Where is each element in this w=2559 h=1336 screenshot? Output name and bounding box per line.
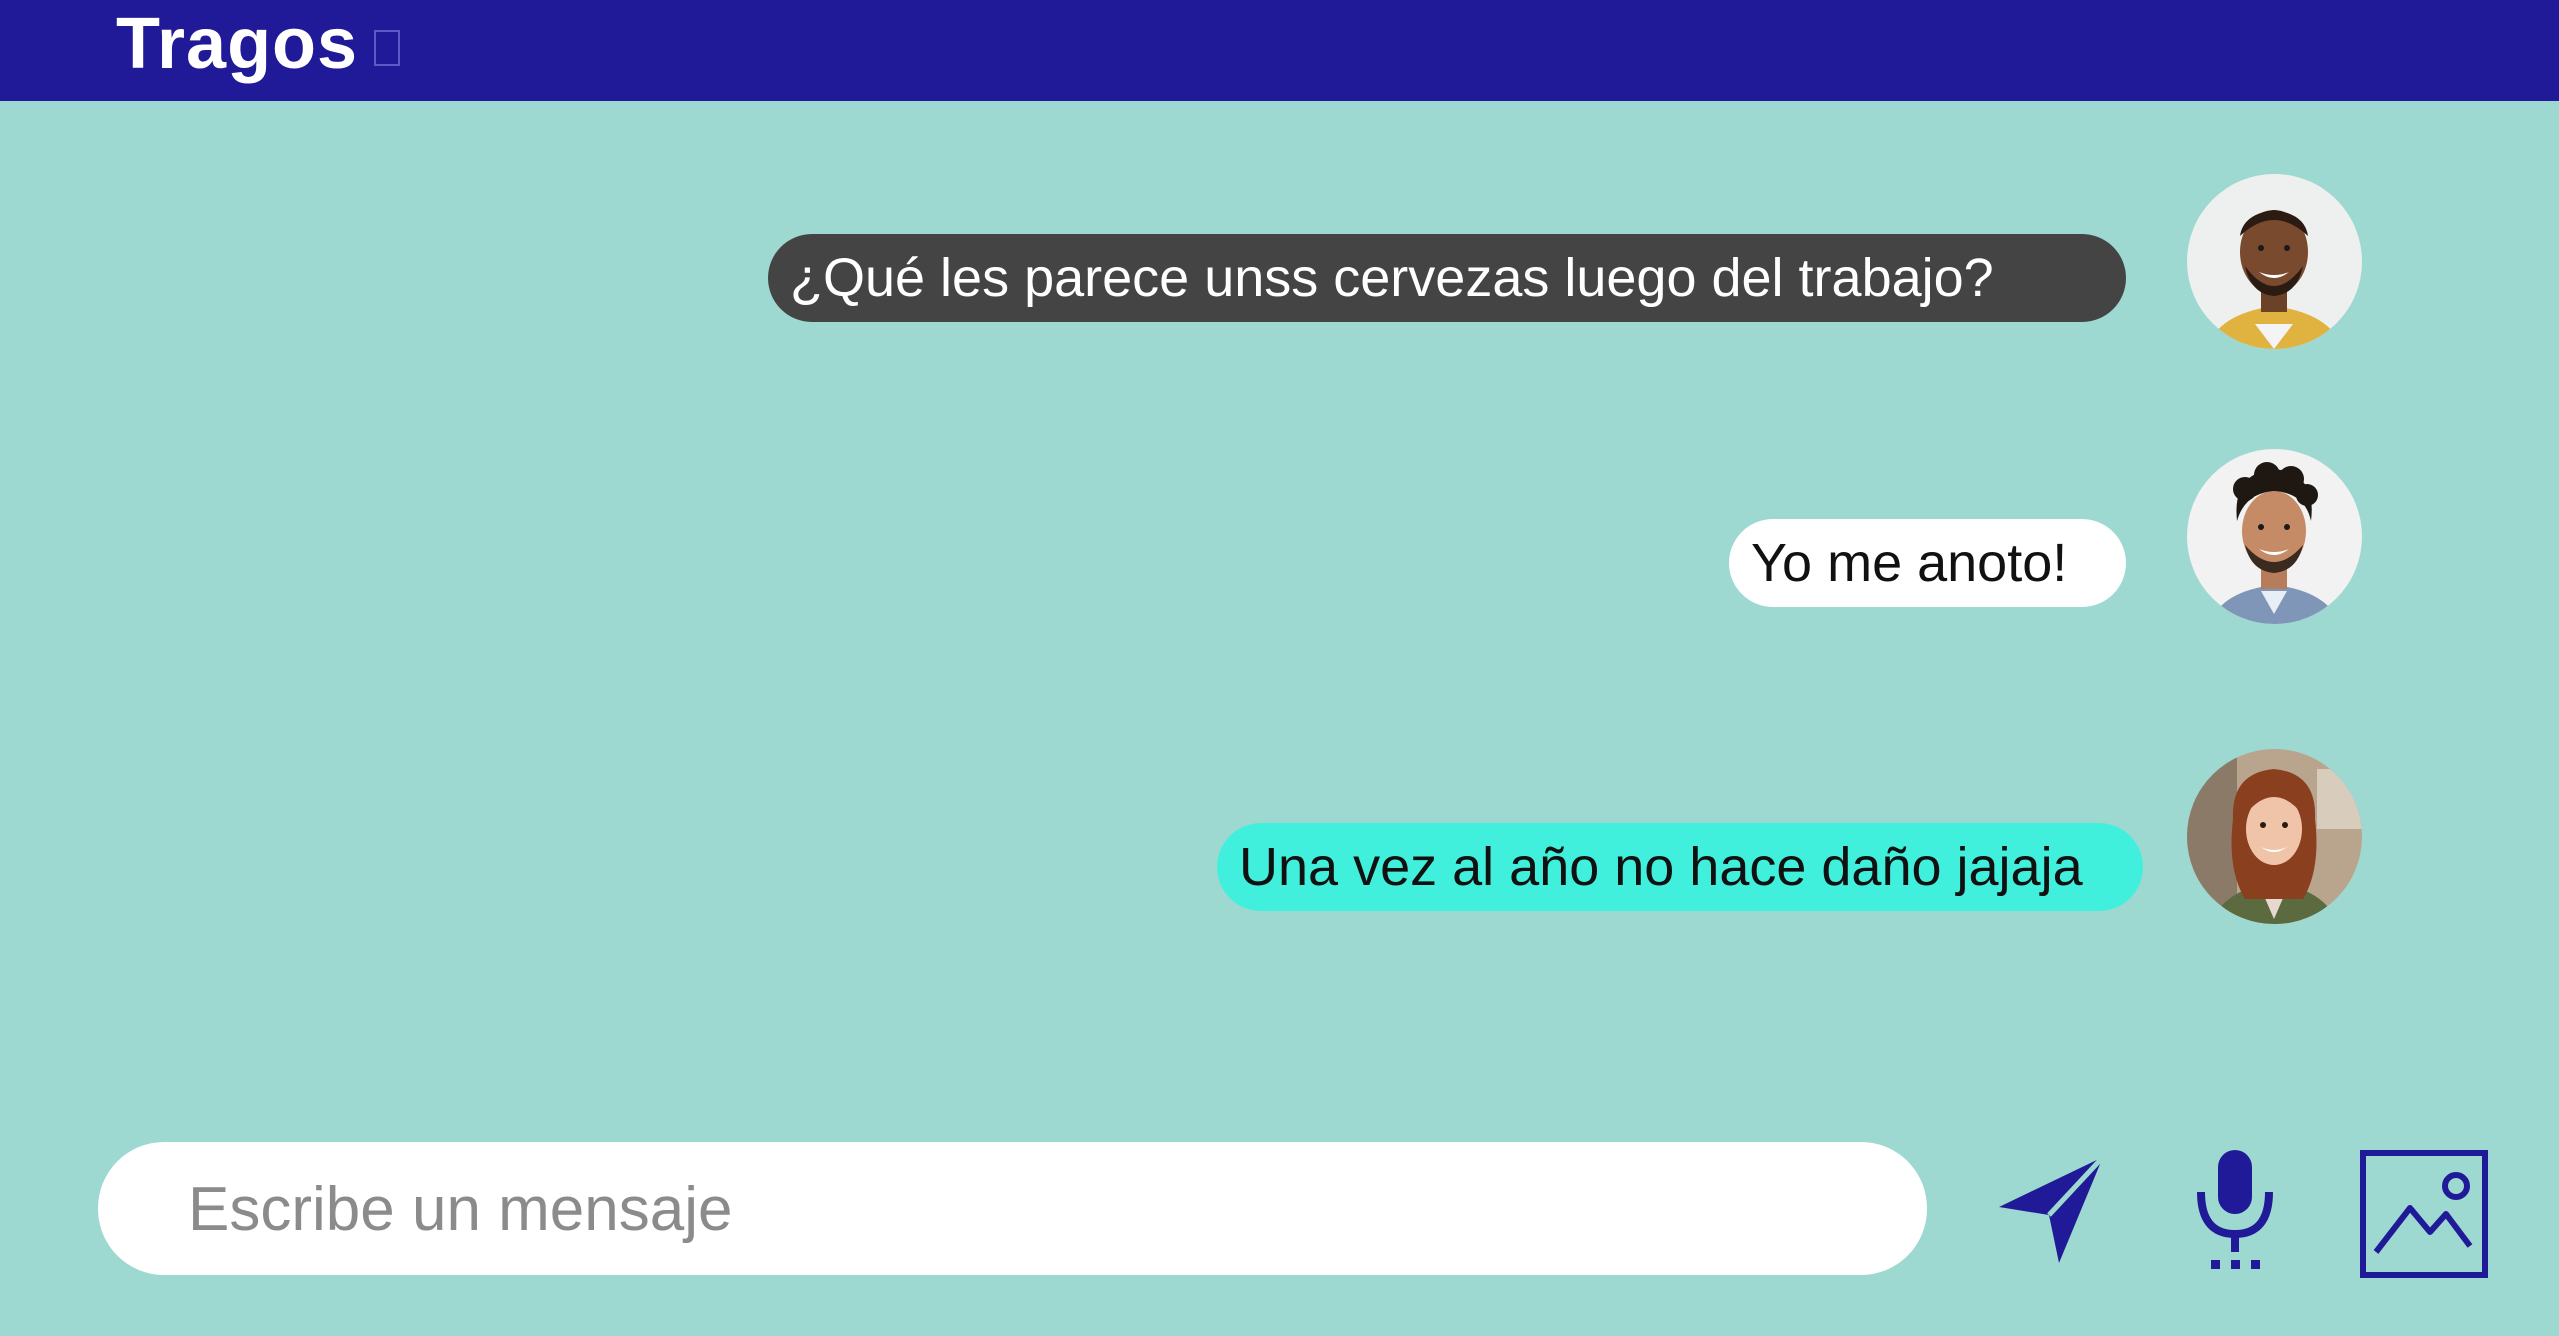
message-text-3: Una vez al año no hace daño jajaja [1239,837,2083,897]
avatar-man-curly[interactable] [2187,449,2362,624]
message-text-2: Yo me anoto! [1751,533,2068,593]
message-bubble-1: ¿Qué les parece unss cervezas luego del … [768,234,2126,322]
message-bubble-3: Una vez al año no hace daño jajaja [1217,823,2143,911]
app-header: Tragos [0,0,2559,101]
send-button[interactable] [1997,1155,2107,1265]
chat-title: Tragos [116,4,359,84]
microphone-icon [2197,1150,2273,1269]
image-button[interactable] [2360,1150,2488,1278]
image-icon [2360,1150,2488,1278]
missing-glyph-icon [374,30,400,66]
message-bubble-2: Yo me anoto! [1729,519,2126,607]
message-text-1: ¿Qué les parece unss cervezas luego del … [790,248,1994,308]
message-input[interactable] [186,1142,1870,1277]
message-composer [98,1142,1927,1277]
avatar-man-bald[interactable] [2187,174,2362,349]
avatar-woman-red-hair[interactable] [2187,749,2362,924]
microphone-button[interactable] [2195,1148,2275,1273]
send-icon [1999,1155,2105,1263]
